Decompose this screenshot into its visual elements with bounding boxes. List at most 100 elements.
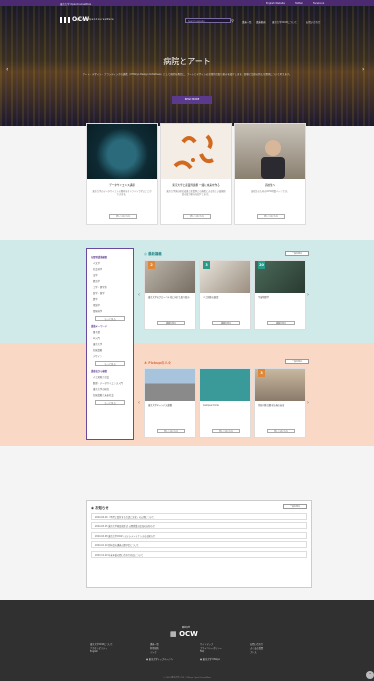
lecture-button[interactable]: 講義を見る <box>212 320 240 325</box>
person-photo <box>261 140 285 179</box>
footer-link[interactable]: プレス <box>250 650 257 654</box>
news-item[interactable]: 2024.01.10 新年度の講義公開予定について <box>91 541 307 548</box>
feature-image <box>235 124 305 179</box>
lecture-card[interactable]: 20 宇宙物理学 講義を見る <box>254 260 306 330</box>
facebook-link[interactable]: Facebook <box>313 2 324 5</box>
lecture-count-badge: 20 <box>258 261 265 269</box>
pickup-view-all-button[interactable]: 一覧を見る <box>285 359 309 364</box>
sidebar-item[interactable]: 法学 <box>93 273 129 277</box>
sidebar-more-button[interactable]: もっと見る <box>95 361 125 366</box>
lecture-thumbnail: 3 <box>200 261 250 293</box>
lecture-card[interactable]: 2 東京大学のグローバル化に向けた取り組み 講義を見る <box>144 260 196 330</box>
footer-link[interactable]: リンク <box>150 650 157 654</box>
pickup-card-button[interactable]: 詳しくはこちら <box>157 428 185 433</box>
sidebar-item[interactable]: 東京大学の研究 <box>93 387 129 391</box>
pickup-card-button[interactable]: 詳しくはこちら <box>267 428 295 433</box>
feature-image <box>87 124 157 179</box>
sidebar-item[interactable]: デザイン <box>93 354 129 358</box>
english-link[interactable]: English Website <box>266 2 285 5</box>
sidebar-more-button[interactable]: もっと見る <box>95 316 125 321</box>
lecture-card[interactable]: 3 人工知能の展望 講義を見る <box>199 260 251 330</box>
sidebar-heading: 講義名から検索 <box>91 370 108 373</box>
sidebar-item[interactable]: 農学 <box>93 297 129 301</box>
news-item[interactable]: 2024.03.15 東京大学総長就任式 公開授業の追加のお知らせ <box>91 522 307 529</box>
footer-logo-subtitle: 東京大学 <box>182 627 191 629</box>
sidebar-item[interactable]: 人文学 <box>93 261 129 265</box>
news-panel: ◉ お知らせ 2024.04.26 「時代と変化する言語と文化」の公開について … <box>86 500 312 588</box>
sidebar-item[interactable]: 社会科学 <box>93 267 129 271</box>
sidebar-item[interactable]: 人工知能と社会 <box>93 375 129 379</box>
nav-videos[interactable]: 講義動画 <box>256 20 266 24</box>
pickup-title: ♣ Pickupの人々 <box>144 361 172 365</box>
sidebar-item[interactable]: 気候変動と未来社会 <box>93 393 129 397</box>
pickup-card-title: 東京大学キャンパス建築 <box>148 404 173 407</box>
lecture-button[interactable]: 講義を見る <box>267 320 295 325</box>
new-lectures-view-all-button[interactable]: 一覧を見る <box>285 251 309 256</box>
search-input[interactable]: Search website <box>185 18 231 23</box>
feature-desc: 東京大学のデータサイエンス教育をオンラインで学ぶことができます。 <box>92 190 152 197</box>
footer-utokyo-en-button[interactable]: ▣ 東京大学 UTokyo <box>200 656 220 663</box>
pickup-card[interactable]: Campus Circle 詳しくはこちら <box>199 368 251 438</box>
feature-card[interactable]: 高校生へ 高校生のためのOCW特集ページです。 詳しくはこちら <box>234 123 306 225</box>
sidebar-item[interactable]: 数理・データサイエンス入門 <box>93 381 129 385</box>
news-view-all-button[interactable]: 一覧を見る <box>283 504 307 509</box>
nav-contact[interactable]: お問い合わせ <box>306 20 320 24</box>
site-logo[interactable]: OCW 東京大学 OpenCourseWare <box>60 16 114 23</box>
twitter-link[interactable]: Twitter <box>295 2 303 5</box>
feature-button[interactable]: 詳しくはこちら <box>109 214 137 219</box>
hero-read-more-button[interactable]: READ MORE <box>172 96 212 104</box>
nav-lectures[interactable]: 講義一覧 <box>242 20 252 24</box>
footer-link[interactable]: English <box>90 650 98 653</box>
pickup-prev-icon[interactable]: ‹ <box>138 400 140 406</box>
footer <box>0 600 374 681</box>
footer-utokyo-button[interactable]: ▣ 東京大学トップページへ <box>146 656 173 663</box>
pickup-card[interactable]: 東京大学キャンパス建築 詳しくはこちら <box>144 368 196 438</box>
copyright: © 2024 東京大学OCW / UTokyo OpenCourseWare <box>162 677 212 679</box>
sidebar-more-button[interactable]: もっと見る <box>95 400 125 405</box>
top-bar-site-name: 東京大学 OpenCourseWare <box>60 2 92 6</box>
carousel-next-icon[interactable]: › <box>307 292 309 298</box>
pickup-thumbnail <box>200 369 250 401</box>
feature-card[interactable]: 東京大学と産業界連携 一緒に未来を作る 東京大学発の研究成果と産業界との連携によ… <box>160 123 232 225</box>
footer-logo[interactable]: 東京大学 ▦ OCW <box>170 627 198 638</box>
logo-subtitle: 東京大学 OpenCourseWare <box>76 18 114 21</box>
feature-button[interactable]: 詳しくはこちら <box>183 214 211 219</box>
news-item[interactable]: 2024.02.28 東京大学OCWシステムメンテナンスのお知らせ <box>91 531 307 539</box>
lecture-thumbnail: 2 <box>145 261 195 293</box>
emblem-icon <box>60 16 70 23</box>
sidebar-item[interactable]: 環境学 <box>93 303 129 307</box>
sidebar-item[interactable]: AI入門 <box>93 336 129 340</box>
nav-about[interactable]: 東京大学OCWについて <box>272 20 297 24</box>
news-item[interactable]: 2024.04.26 「時代と変化する言語と文化」の公開について <box>91 512 307 520</box>
sidebar-item[interactable]: 工学・理学系 <box>93 285 129 289</box>
carousel-prev-icon[interactable]: ‹ <box>138 292 140 298</box>
pickup-next-icon[interactable]: › <box>307 400 309 406</box>
feature-title: 高校生へ <box>264 184 276 187</box>
feature-desc: 高校生のためのOCW特集ページです。 <box>251 190 289 193</box>
sidebar-item[interactable]: 情報科学 <box>93 309 129 313</box>
sidebar-item[interactable]: 医学・薬学 <box>93 291 129 295</box>
orange-shapes-illustration <box>173 134 214 170</box>
sidebar-item[interactable]: 東京大学 <box>93 342 129 346</box>
search-icon[interactable]: ⚲ <box>230 18 235 23</box>
sidebar-item[interactable]: 経済学 <box>93 279 129 283</box>
lecture-button[interactable]: 講義を見る <box>157 320 185 325</box>
feature-card[interactable]: データサイエンス講座 東京大学のデータサイエンス教育をオンラインで学ぶことができ… <box>86 123 158 225</box>
footer-link[interactable]: FAQ <box>200 650 204 653</box>
pickup-card[interactable]: 3 持続可能な都市計画の未来 詳しくはこちら <box>254 368 306 438</box>
lecture-title: 宇宙物理学 <box>258 296 269 299</box>
pickup-card-button[interactable]: 詳しくはこちら <box>212 428 240 433</box>
page-top-icon[interactable]: ⌃ <box>366 671 374 679</box>
feature-title: 東京大学と産業界連携 一緒に未来を作る <box>172 184 220 187</box>
sidebar-item[interactable]: 量子論 <box>93 330 129 334</box>
footer-logo-text: OCW <box>179 630 198 638</box>
sidebar-heading: 分野別講義検索 <box>91 256 108 259</box>
feature-button[interactable]: 詳しくはこちら <box>257 214 285 219</box>
sidebar-item[interactable]: 気候変動 <box>93 348 129 352</box>
sidebar-heading: 講義キーワード <box>91 325 108 328</box>
pickup-count-badge: 3 <box>258 369 265 377</box>
hero-next-arrow-icon[interactable]: › <box>362 66 364 73</box>
hero-title: 病院とアート <box>163 57 211 66</box>
hero-prev-arrow-icon[interactable]: ‹ <box>6 66 8 73</box>
news-item[interactable]: 2023.12.20 年末年始の問い合わせ対応について <box>91 550 307 558</box>
